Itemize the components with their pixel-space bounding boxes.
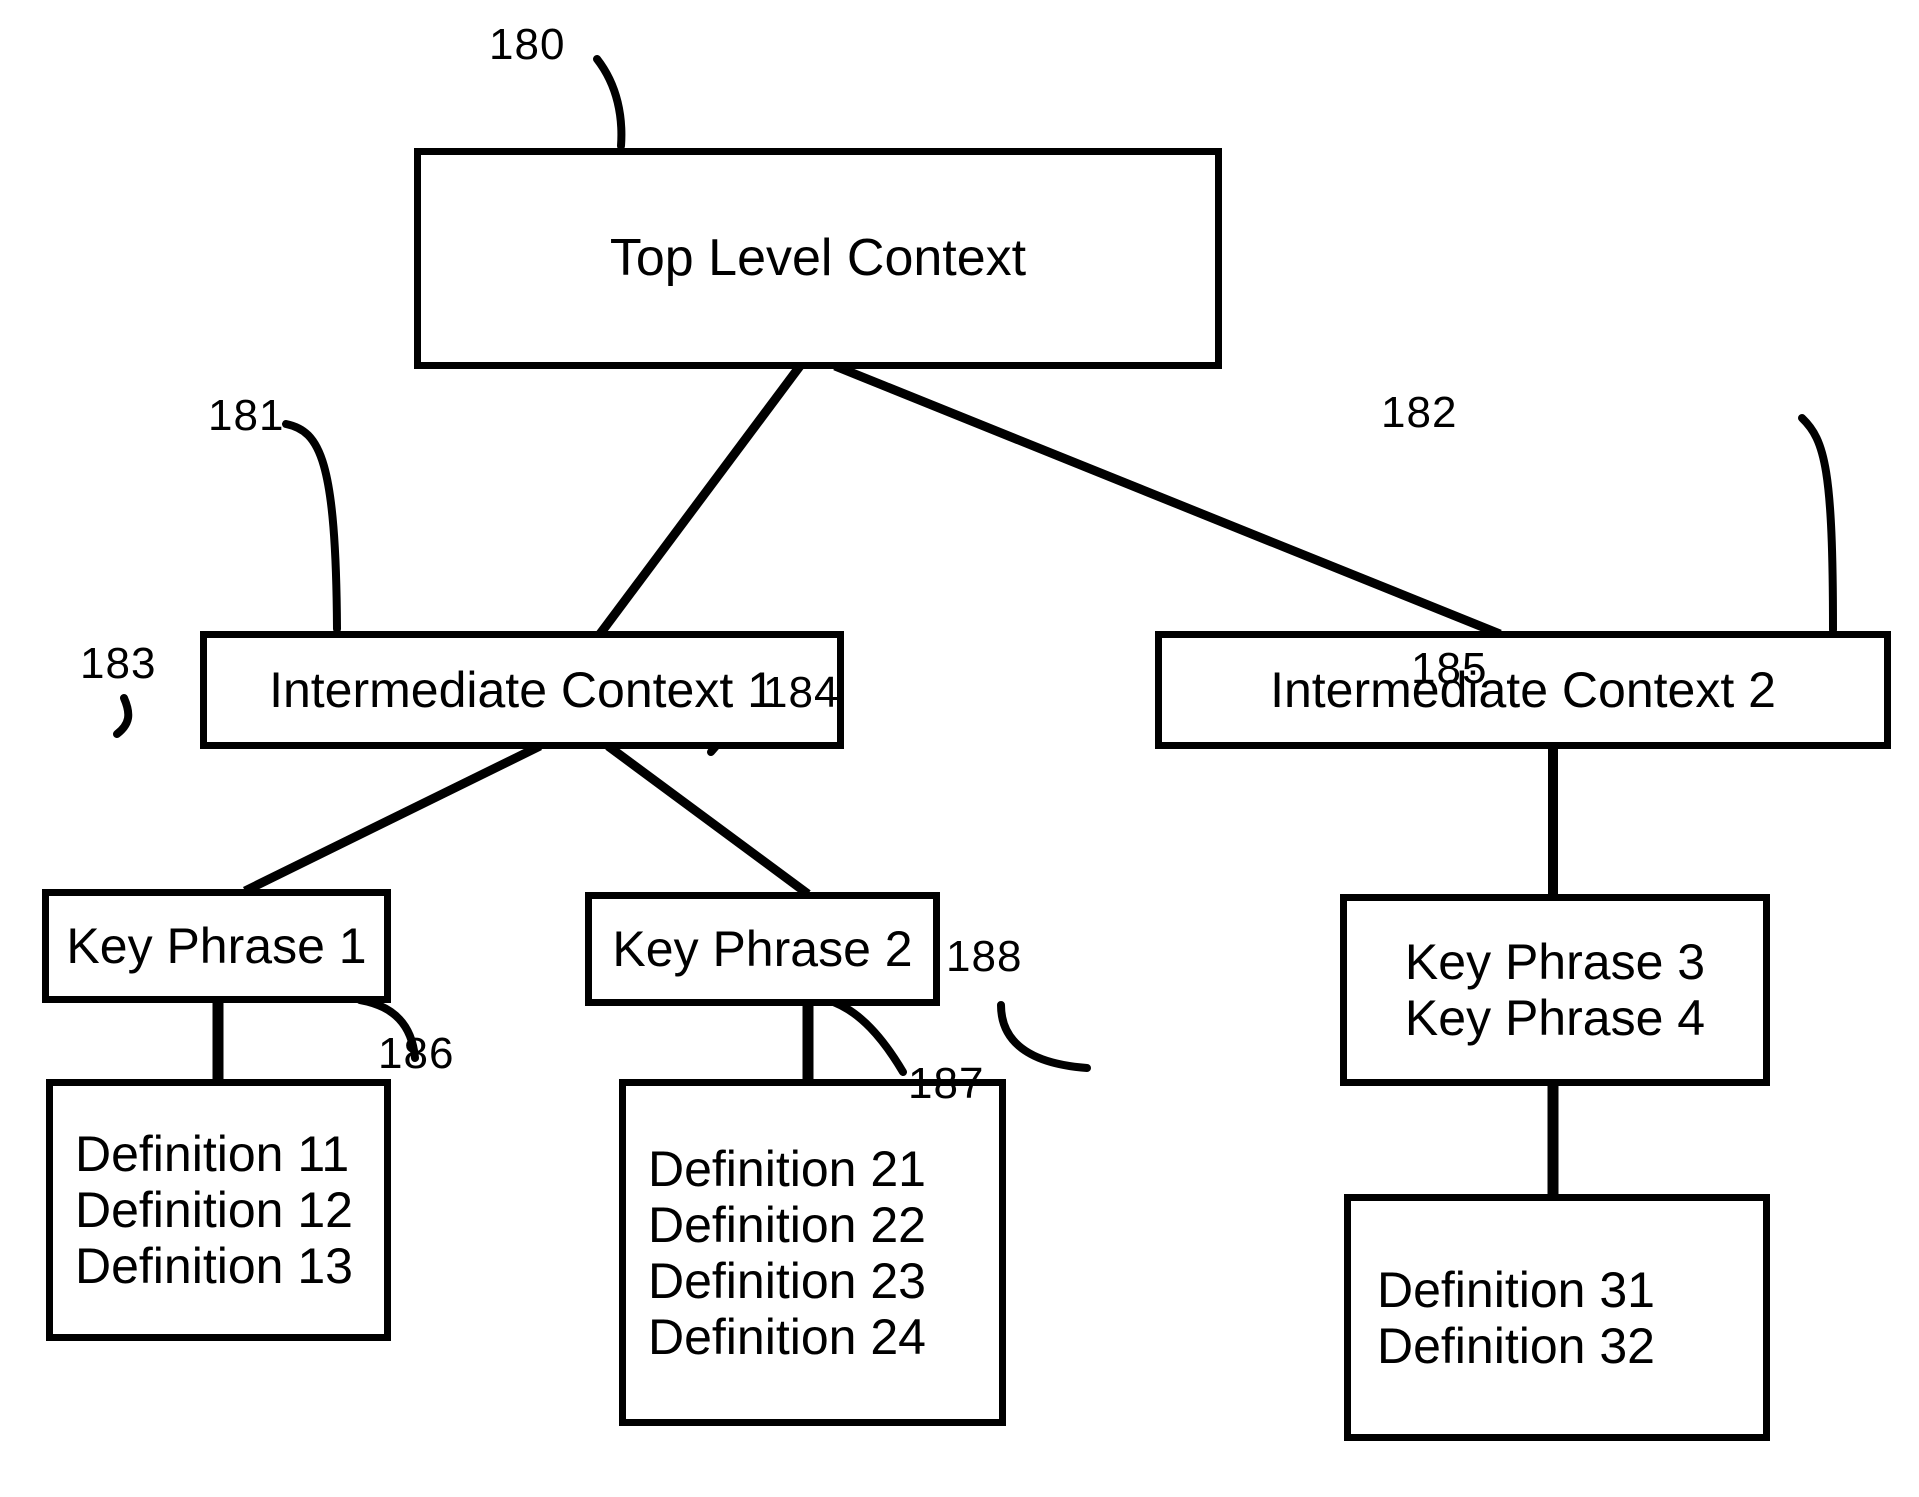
node-definitions-2[interactable]: Definition 21 Definition 22 Definition 2… [619,1079,1006,1426]
node-key-phrase-1-label: Key Phrase 1 [66,918,367,974]
leader-line-187 [824,996,907,1076]
node-key-phrase-3-4[interactable]: Key Phrase 3 Key Phrase 4 [1340,894,1770,1086]
node-definitions-3[interactable]: Definition 31 Definition 32 [1344,1194,1770,1441]
node-definition-22-label: Definition 22 [648,1196,926,1253]
node-top-level-context-label: Top Level Context [609,229,1027,288]
node-key-phrase-4-label: Key Phrase 4 [1404,990,1706,1046]
node-intermediate-context-1[interactable]: Intermediate Context 1 [200,631,844,749]
leader-line-181 [282,420,341,633]
leader-line-188 [997,1001,1091,1072]
reference-numeral-186: 186 [378,1029,455,1078]
node-definition-32-label: Definition 32 [1377,1317,1655,1374]
leader-line-180 [593,55,626,150]
reference-numeral-184: 184 [763,668,840,717]
leader-line-182 [1798,414,1837,634]
reference-numeral-183: 183 [80,639,157,688]
node-definition-31-label: Definition 31 [1377,1261,1655,1318]
edge-intermediate-1-to-key-phrase-1 [243,741,542,896]
reference-numeral-181: 181 [208,391,285,440]
node-intermediate-context-1-label: Intermediate Context 1 [269,662,775,718]
reference-numeral-182: 182 [1381,388,1458,437]
edge-top-to-intermediate-1 [596,363,804,637]
reference-numeral-180: 180 [489,20,566,69]
reference-numeral-187: 187 [908,1059,985,1108]
reference-numeral-185: 185 [1411,644,1488,693]
node-key-phrase-3-label: Key Phrase 3 [1404,934,1706,990]
node-definition-11-label: Definition 11 [75,1126,350,1182]
node-intermediate-context-2[interactable]: Intermediate Context 2 [1155,631,1891,749]
figure-canvas: Top Level Context Intermediate Context 1… [0,0,1919,1497]
node-definition-21-label: Definition 21 [648,1140,926,1197]
node-definition-12-label: Definition 12 [75,1182,353,1238]
node-key-phrase-1[interactable]: Key Phrase 1 [42,889,391,1003]
edge-intermediate-1-to-key-phrase-2 [605,742,811,898]
node-key-phrase-2-label: Key Phrase 2 [612,921,913,977]
reference-numeral-188: 188 [946,932,1023,981]
node-intermediate-context-2-label: Intermediate Context 2 [1270,662,1776,718]
node-definitions-1[interactable]: Definition 11 Definition 12 Definition 1… [46,1079,391,1341]
node-top-level-context[interactable]: Top Level Context [414,148,1222,369]
node-key-phrase-2[interactable]: Key Phrase 2 [585,892,940,1006]
node-definition-13-label: Definition 13 [75,1238,353,1294]
leader-line-183 [113,694,133,738]
node-definition-24-label: Definition 24 [648,1308,926,1365]
node-definition-23-label: Definition 23 [648,1252,926,1309]
